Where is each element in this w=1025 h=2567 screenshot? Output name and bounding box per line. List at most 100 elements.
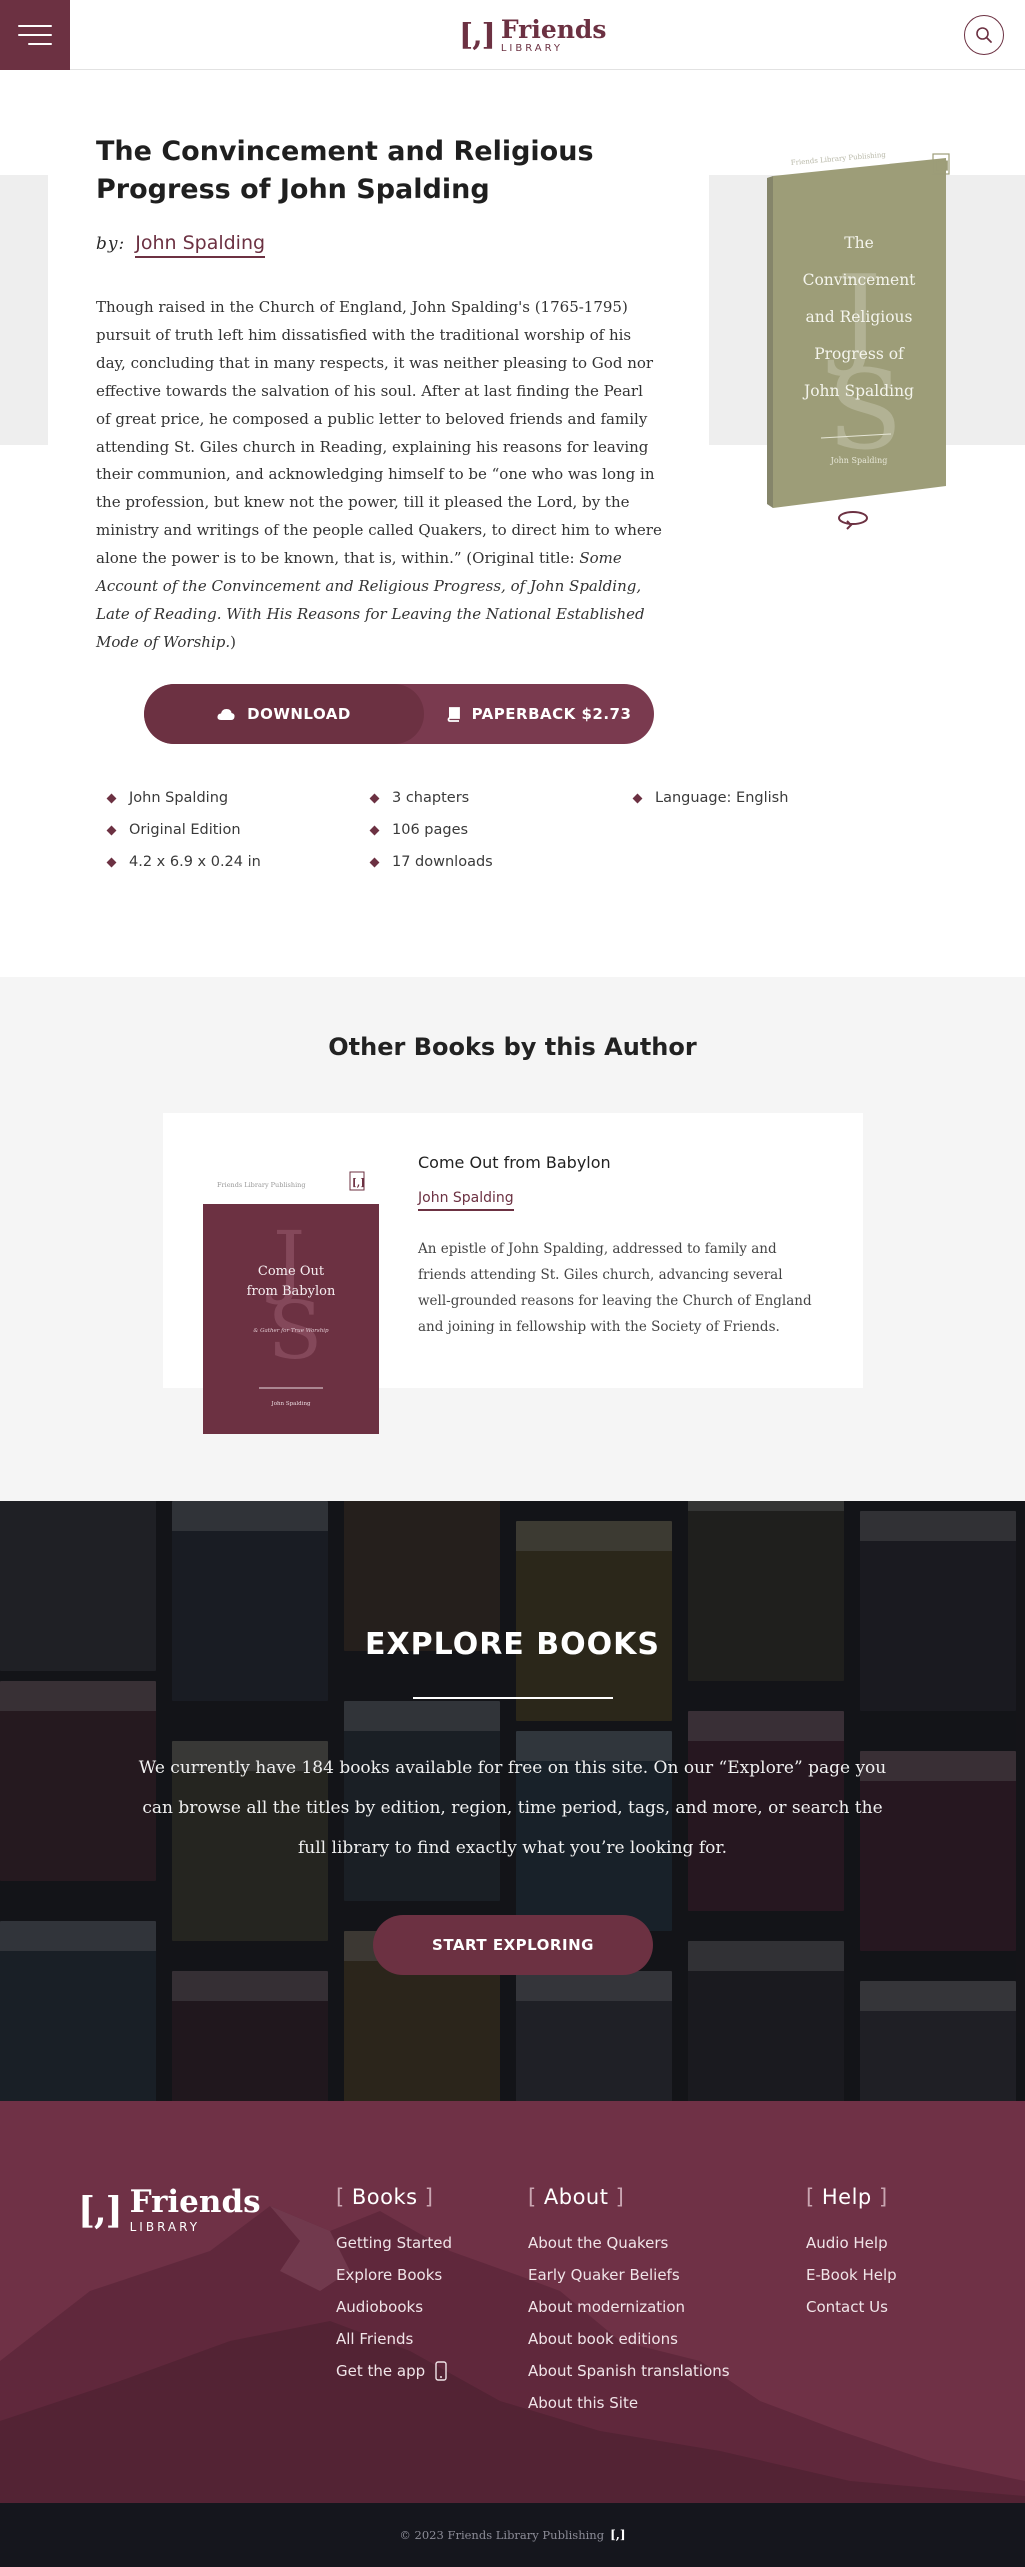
explore-title: EXPLORE BOOKS (365, 1627, 660, 1662)
cover-title-line: John Spalding (802, 382, 914, 400)
bullet-diamond-icon (106, 857, 117, 867)
book-cover-3d[interactable]: Friends Library Publishing [,] J S TheCo… (761, 138, 961, 518)
meta-text: 17 downloads (392, 854, 493, 870)
meta-text: Language: English (655, 790, 789, 806)
explore-books-section: EXPLORE BOOKS We currently have 184 book… (0, 1501, 1025, 2101)
meta-chapters: 3 chapters (367, 788, 630, 808)
footer-heading-help: [ Help ] (806, 2185, 888, 2209)
footer-link-audio-help[interactable]: Audio Help (806, 2227, 897, 2259)
cover-bracket: [,] (935, 159, 949, 172)
bullet-diamond-icon (106, 793, 117, 803)
download-label: DOWNLOAD (247, 705, 351, 723)
site-logo[interactable]: [,] Friends LIBRARY (459, 14, 606, 56)
search-icon (976, 27, 992, 43)
top-nav-bar: [,] Friends LIBRARY (0, 0, 1025, 70)
footer-link-book-editions[interactable]: About book editions (528, 2323, 730, 2355)
footer-link-spanish-translations[interactable]: About Spanish translations (528, 2355, 730, 2387)
small-cover-author: John Spalding (270, 1401, 310, 1407)
small-cover-bracket: [,] (352, 1178, 365, 1189)
menu-icon (18, 25, 52, 27)
other-book-cover[interactable]: Friends Library Publishing [,] J S Come … (203, 1160, 379, 1434)
footer-link-contact-us[interactable]: Contact Us (806, 2291, 897, 2323)
footer-link-quaker-beliefs[interactable]: Early Quaker Beliefs (528, 2259, 730, 2291)
footer-heading-about: [ About ] (528, 2185, 625, 2209)
book-cover-area: Friends Library Publishing [,] J S The Co… (709, 120, 1025, 540)
cover-title-line: Progress of (814, 345, 905, 363)
bullet-diamond-icon (369, 825, 380, 835)
meta-empty (630, 820, 830, 840)
footer-link-ebook-help[interactable]: E-Book Help (806, 2259, 897, 2291)
meta-text: John Spalding (129, 790, 229, 806)
footer-link-explore-books[interactable]: Explore Books (336, 2259, 452, 2291)
meta-pages: 106 pages (367, 820, 630, 840)
cover-title-line: and Religious (806, 308, 913, 326)
other-book-title[interactable]: Come Out from Babylon (418, 1153, 611, 1172)
cover-title-line: The (844, 234, 874, 252)
explore-title-underline (413, 1697, 613, 1699)
copyright-text: © 2023 Friends Library Publishing (399, 2528, 605, 2542)
download-button[interactable]: DOWNLOAD (144, 684, 424, 744)
book-byline: by: John Spalding (96, 232, 266, 258)
meta-language: Language: English (630, 788, 830, 808)
hamburger-menu-button[interactable] (0, 0, 70, 70)
book-author-link[interactable]: John Spalding (135, 232, 266, 258)
meta-text: Original Edition (129, 822, 241, 838)
logo-subtext: LIBRARY (500, 42, 564, 54)
menu-icon-line (18, 34, 52, 36)
footer-link-get-the-app[interactable]: Get the app (336, 2355, 452, 2387)
book-icon (447, 706, 460, 722)
footer-link-all-friends[interactable]: All Friends (336, 2323, 452, 2355)
meta-downloads: 17 downloads (367, 852, 630, 872)
footer-heading-text: About (543, 2185, 609, 2209)
small-cover-title-1: Come Out (258, 1264, 325, 1279)
meta-dimensions: 4.2 x 6.9 x 0.24 in (104, 852, 367, 872)
other-book-description: An epistle of John Spalding, addressed t… (418, 1241, 812, 1335)
footer-link-about-quakers[interactable]: About the Quakers (528, 2227, 730, 2259)
site-footer: [,] Friends LIBRARY [ Books ] Getting St… (0, 2101, 1025, 2503)
footer-link-audiobooks[interactable]: Audiobooks (336, 2291, 452, 2323)
purchase-button-group: DOWNLOAD PAPERBACK $2.73 (144, 684, 654, 744)
rotate-cover-icon[interactable] (836, 508, 870, 530)
footer-link-about-site[interactable]: About this Site (528, 2387, 730, 2419)
description-end: ) (230, 632, 236, 651)
search-button[interactable] (964, 15, 1004, 55)
logo-bracket: [,] (459, 17, 496, 53)
footer-link-getting-started[interactable]: Getting Started (336, 2227, 452, 2259)
meta-text: 4.2 x 6.9 x 0.24 in (129, 854, 261, 870)
description-text: Though raised in the Church of England, … (96, 298, 662, 568)
footer-link-modernization[interactable]: About modernization (528, 2291, 730, 2323)
copyright-logo-mark: [,] (610, 2528, 626, 2542)
book-description: Though raised in the Church of England, … (96, 294, 662, 657)
cover-monogram-s: S (827, 346, 902, 474)
logo-text: Friends (500, 14, 607, 44)
meta-author: John Spalding (104, 788, 367, 808)
book-meta-list: John Spalding 3 chapters Language: Engli… (104, 788, 824, 872)
footer-heading-books: [ Books ] (336, 2185, 434, 2209)
footer-logo-text: Friends (129, 2184, 261, 2220)
bullet-diamond-icon (369, 793, 380, 803)
footer-logo-bracket: [,] (78, 2189, 123, 2232)
paperback-button[interactable]: PAPERBACK $2.73 (424, 684, 654, 744)
start-exploring-button[interactable]: START EXPLORING (373, 1915, 653, 1975)
book-title: The Convincement and Religious Progress … (96, 136, 594, 205)
footer-logo[interactable]: [,] Friends LIBRARY (78, 2184, 261, 2235)
footer-column-books: [ Books ] Getting Started Explore Books … (336, 2185, 452, 2387)
footer-heading-text: Help (821, 2185, 872, 2209)
bullet-diamond-icon (369, 857, 380, 867)
cover-author: John Spalding (830, 456, 888, 465)
other-books-heading: Other Books by this Author (328, 1033, 697, 1061)
footer-heading-text: Books (351, 2185, 418, 2209)
meta-edition: Original Edition (104, 820, 367, 840)
small-cover-publisher: Friends Library Publishing (217, 1181, 306, 1189)
meta-text: 3 chapters (392, 790, 470, 806)
footer-column-help: [ Help ] Audio Help E-Book Help Contact … (806, 2185, 897, 2323)
bullet-diamond-icon (632, 793, 643, 803)
footer-link-text: Get the app (336, 2362, 426, 2380)
footer-column-about: [ About ] About the Quakers Early Quaker… (528, 2185, 730, 2419)
small-cover-subtitle: & Gather for True Worship (253, 1328, 329, 1334)
meta-text: 106 pages (392, 822, 469, 838)
other-book-author-link[interactable]: John Spalding (418, 1190, 514, 1211)
paperback-label: PAPERBACK $2.73 (471, 705, 632, 723)
menu-icon-line (28, 43, 52, 45)
copyright-bar: © 2023 Friends Library Publishing [,] (0, 2503, 1025, 2567)
